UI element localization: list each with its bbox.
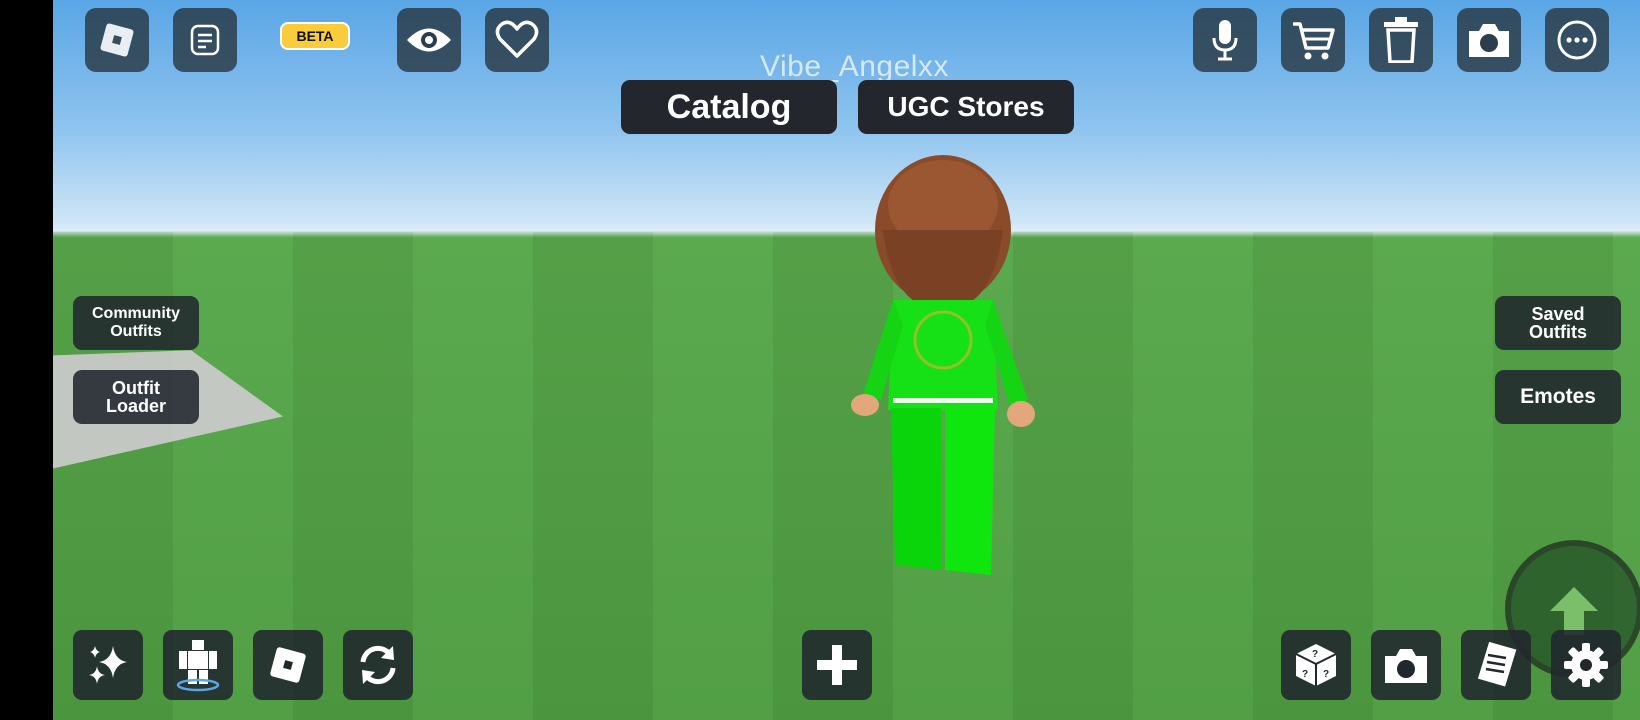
cart-icon [1293, 22, 1335, 60]
tab-catalog[interactable]: Catalog [621, 80, 837, 134]
more-options-button[interactable] [1545, 8, 1609, 72]
roblox-menu-button[interactable] [85, 8, 149, 72]
avatar-editor-button[interactable] [163, 630, 233, 700]
roblox-logo-icon [100, 23, 134, 57]
player-avatar [823, 150, 1063, 600]
plus-icon [817, 645, 857, 685]
favorite-button[interactable] [485, 8, 549, 72]
view-toggle-button[interactable] [397, 8, 461, 72]
svg-text:?: ? [1312, 649, 1318, 660]
heart-icon [495, 20, 539, 58]
microphone-icon [1212, 20, 1238, 61]
svg-text:?: ? [1323, 669, 1329, 680]
camera-icon [1469, 24, 1509, 57]
voice-chat-button[interactable] [1193, 8, 1257, 72]
receipt-button[interactable] [1461, 630, 1531, 700]
chat-icon [190, 24, 220, 56]
camera-icon [1385, 649, 1427, 683]
saved-outfits-button[interactable]: Saved Outfits [1495, 296, 1621, 350]
tab-ugc-stores[interactable]: UGC Stores [858, 80, 1074, 134]
sparkles-icon [89, 646, 127, 684]
screenshot-button[interactable] [1457, 8, 1521, 72]
delete-button[interactable] [1369, 8, 1433, 72]
player-name-tag: Vibe_Angelxx [760, 50, 949, 83]
game-screen: BETA Vibe_Angelxx Catalog UGC Stores Com… [0, 0, 1640, 720]
photo-button[interactable] [1371, 630, 1441, 700]
community-outfits-label: Community Outfits [92, 305, 180, 340]
outfit-loader-button[interactable]: Outfit Loader [73, 370, 199, 424]
game-viewport[interactable] [53, 0, 1640, 720]
community-outfits-button[interactable]: Community Outfits [73, 296, 199, 350]
settings-button[interactable] [1551, 630, 1621, 700]
more-icon [1557, 20, 1597, 60]
saved-outfits-label: Saved Outfits [1529, 304, 1587, 342]
avatar-body-icon [176, 640, 220, 692]
add-button[interactable] [802, 630, 872, 700]
settings-gear-icon [1564, 643, 1608, 687]
roblox-square-icon [270, 647, 306, 683]
eye-icon [407, 28, 451, 52]
roblox-home-button[interactable] [253, 630, 323, 700]
emotes-button[interactable]: Emotes [1495, 370, 1621, 424]
trash-icon [1384, 17, 1418, 63]
chat-button[interactable] [173, 8, 237, 72]
refresh-icon [360, 645, 396, 685]
effects-button[interactable] [73, 630, 143, 700]
reset-button[interactable] [343, 630, 413, 700]
random-outfit-button[interactable]: ? ? ? [1281, 630, 1351, 700]
outfit-loader-label: Outfit Loader [105, 378, 166, 416]
beta-badge: BETA [280, 22, 350, 50]
emotes-label: Emotes [1520, 385, 1596, 408]
receipt-icon [1477, 641, 1517, 687]
mystery-dice-icon: ? ? ? [1295, 644, 1337, 686]
shopping-cart-button[interactable] [1281, 8, 1345, 72]
svg-text:?: ? [1302, 669, 1308, 680]
